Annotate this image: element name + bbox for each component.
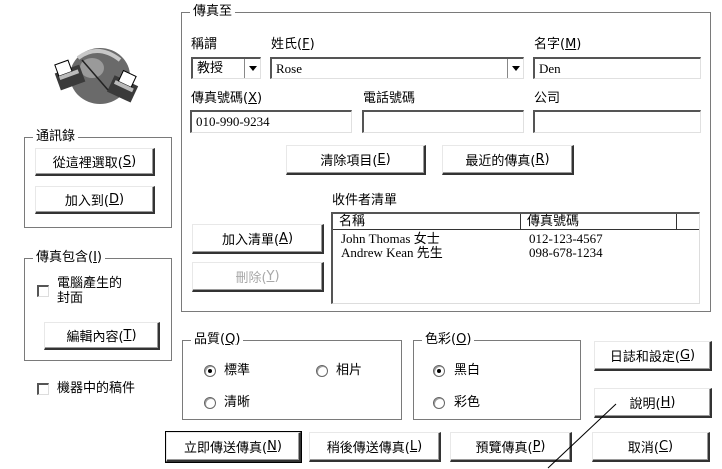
recipient-fax: 012-123-4567: [529, 231, 603, 246]
first-name-label: 名字(M): [534, 37, 582, 52]
log-settings-button[interactable]: 日誌和設定(G): [594, 341, 712, 371]
quality-standard-radio[interactable]: [204, 365, 216, 377]
column-header-name[interactable]: 名稱: [333, 214, 521, 230]
fax-number-field[interactable]: 010-990-9234: [190, 110, 352, 133]
fax-to-label: 傳真至: [190, 4, 236, 19]
cover-page-label: 電腦產生的 封面: [57, 276, 123, 306]
machine-docs-label: 機器中的稿件: [57, 381, 136, 396]
machine-docs-checkbox[interactable]: [37, 383, 49, 395]
clear-items-button[interactable]: 清除項目(E): [286, 145, 426, 175]
address-book-label: 通訊錄: [33, 129, 79, 144]
cover-page-checkbox[interactable]: [37, 285, 49, 297]
send-later-button[interactable]: 稍後傳送傳真(L): [309, 432, 441, 462]
table-row-fax[interactable]: 012-123-4567: [529, 232, 603, 246]
fax-includes-label: 傳真包含(I): [33, 250, 105, 265]
quality-fine-radio[interactable]: [204, 397, 216, 409]
quality-standard-label: 標準: [224, 363, 251, 378]
recipient-fax: 098-678-1234: [529, 245, 603, 260]
chevron-down-icon[interactable]: [507, 59, 523, 78]
color-label: 色彩(O): [422, 332, 475, 347]
table-row-fax[interactable]: 098-678-1234: [529, 246, 603, 260]
color-bw-label: 黑白: [454, 363, 481, 378]
title-select[interactable]: 教授: [191, 57, 261, 79]
edit-content-button[interactable]: 編輯內容(T): [44, 322, 160, 350]
table-row[interactable]: John Thomas 女士: [341, 232, 440, 246]
company-label: 公司: [534, 91, 561, 106]
fax-globe-icon: [48, 38, 156, 106]
color-bw-radio[interactable]: [433, 365, 445, 377]
column-header-filler: [677, 214, 699, 230]
add-to-list-button[interactable]: 加入清單(A): [192, 224, 324, 254]
callout-line: [547, 403, 617, 469]
phone-label: 電話號碼: [363, 91, 416, 106]
first-name-field[interactable]: Den: [533, 57, 701, 79]
delete-button[interactable]: 刪除(Y): [192, 262, 324, 292]
fax-number-label: 傳真號碼(X): [191, 91, 263, 106]
color-color-radio[interactable]: [433, 397, 445, 409]
add-to-button[interactable]: 加入到(D): [35, 186, 155, 214]
quality-label: 品質(Q): [191, 332, 244, 347]
quality-photo-radio[interactable]: [316, 365, 328, 377]
send-now-button[interactable]: 立即傳送傳真(N): [165, 431, 302, 463]
select-from-button[interactable]: 從這裡選取(S): [35, 148, 155, 176]
recipient-listbox[interactable]: 名稱 傳真號碼 John Thomas 女士 012-123-4567 Andr…: [331, 212, 700, 304]
last-name-combo[interactable]: Rose: [270, 57, 524, 79]
title-label: 稱謂: [191, 37, 218, 52]
phone-field[interactable]: [362, 110, 524, 133]
quality-group: [182, 340, 402, 420]
recipient-name: John Thomas 女士: [341, 231, 440, 246]
quality-fine-label: 清晰: [224, 395, 251, 410]
color-color-label: 彩色: [454, 395, 481, 410]
quality-photo-label: 相片: [336, 363, 363, 378]
recent-faxes-button[interactable]: 最近的傳真(R): [442, 145, 574, 175]
chevron-down-icon[interactable]: [244, 59, 260, 78]
recipient-list-label: 收件者清單: [332, 193, 398, 208]
recipient-name: Andrew Kean 先生: [341, 245, 443, 260]
table-row[interactable]: Andrew Kean 先生: [341, 246, 443, 260]
company-field[interactable]: [533, 110, 701, 133]
last-name-label: 姓氏(F): [271, 37, 315, 52]
column-header-fax[interactable]: 傳真號碼: [521, 214, 677, 230]
